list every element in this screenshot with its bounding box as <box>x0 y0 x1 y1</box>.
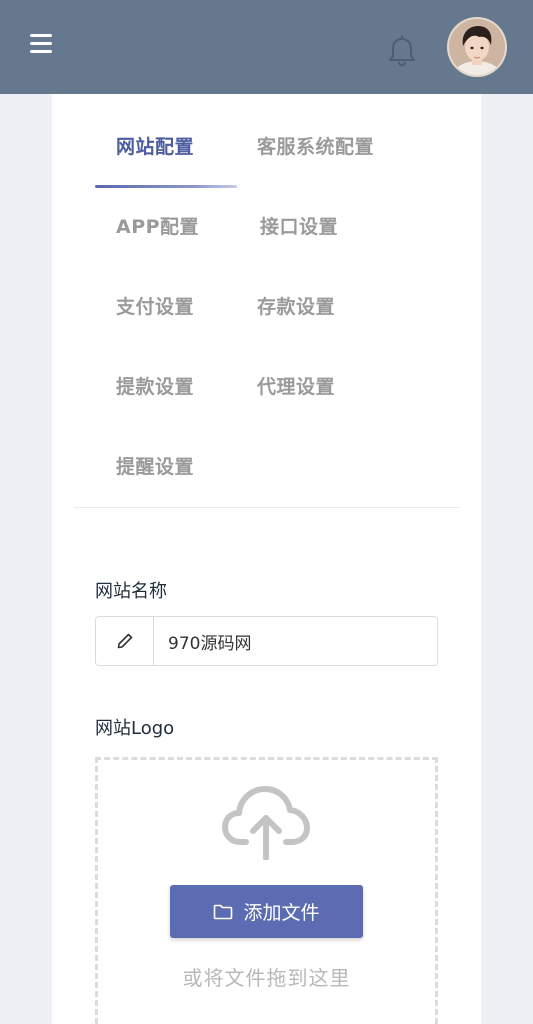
settings-card: 网站配置 客服系统配置 APP配置 接口设置 支付设置 存款设置 提款设置 代理… <box>52 94 481 1024</box>
active-tab-indicator <box>95 185 237 188</box>
site-name-label: 网站名称 <box>95 581 167 602</box>
pencil-icon <box>117 633 133 649</box>
input-addon <box>96 617 154 665</box>
site-name-input-group <box>95 616 438 666</box>
tab-payment-settings[interactable]: 支付设置 <box>116 292 194 319</box>
add-file-button[interactable]: 添加文件 <box>170 885 363 938</box>
add-file-label: 添加文件 <box>243 902 320 924</box>
bell-icon[interactable] <box>386 34 418 68</box>
tab-website-config[interactable]: 网站配置 <box>116 132 194 159</box>
logo-dropzone[interactable]: 添加文件 或将文件拖到这里 <box>95 757 438 1024</box>
user-avatar[interactable] <box>447 17 507 77</box>
folder-icon <box>214 904 233 919</box>
tab-agent-settings[interactable]: 代理设置 <box>257 372 335 399</box>
cloud-upload-icon <box>222 786 310 860</box>
site-logo-label: 网站Logo <box>95 718 175 739</box>
top-navbar <box>0 0 533 94</box>
site-name-input[interactable] <box>154 617 436 665</box>
tab-app-config[interactable]: APP配置 <box>116 212 199 239</box>
hamburger-menu-icon[interactable] <box>30 32 54 54</box>
tab-withdrawal-settings[interactable]: 提款设置 <box>116 372 194 399</box>
tabs-divider <box>74 507 459 508</box>
tab-customer-service-config[interactable]: 客服系统配置 <box>257 132 374 159</box>
tab-reminder-settings[interactable]: 提醒设置 <box>116 452 194 479</box>
tab-api-settings[interactable]: 接口设置 <box>260 212 338 239</box>
drop-hint-text: 或将文件拖到这里 <box>182 966 351 990</box>
tab-deposit-settings[interactable]: 存款设置 <box>257 292 335 319</box>
